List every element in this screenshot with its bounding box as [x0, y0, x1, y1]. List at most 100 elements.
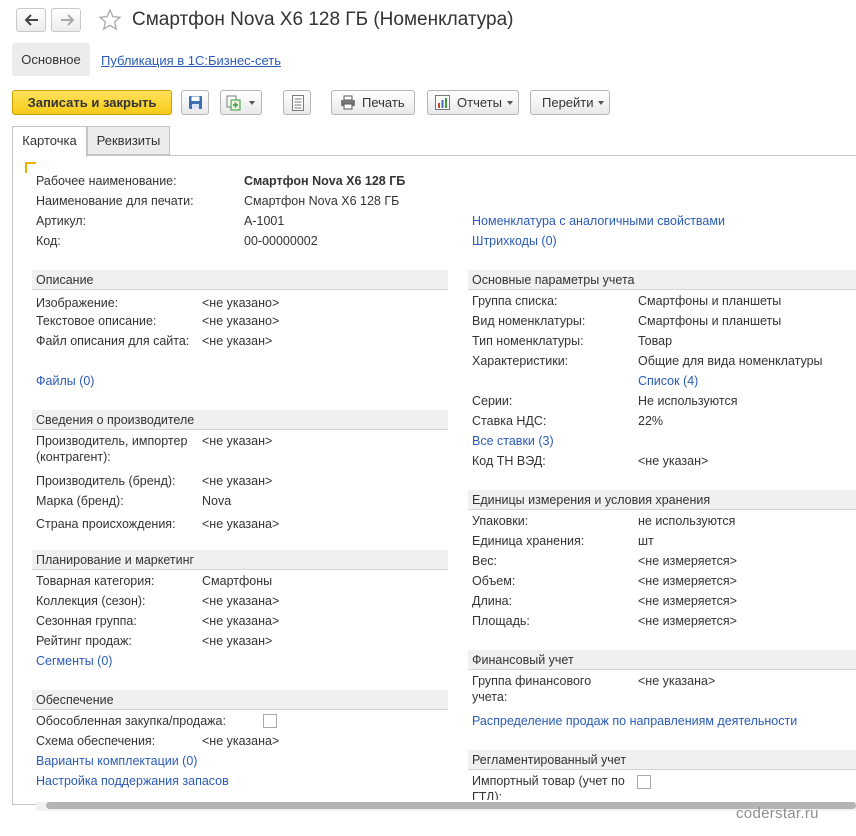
tab-requisites[interactable]: Реквизиты [87, 126, 170, 155]
working-name-value[interactable]: Смартфон Nova X6 128 ГБ [244, 173, 405, 189]
characteristics-label: Характеристики: [472, 354, 569, 368]
category-value[interactable]: Смартфоны [202, 573, 272, 589]
item-type-label: Тип номенклатуры: [472, 334, 584, 348]
goto-label: Перейти [542, 95, 594, 110]
print-name-value[interactable]: Смартфон Nova X6 128 ГБ [244, 193, 399, 209]
area-value[interactable]: <не измеряется> [638, 613, 737, 629]
print-label: Печать [362, 95, 405, 110]
create-based-on-button[interactable] [220, 90, 262, 115]
collection-value[interactable]: <не указана> [202, 593, 279, 609]
group-manufacturer[interactable]: Сведения о производителе [32, 410, 448, 430]
group-supply[interactable]: Обеспечение [32, 690, 448, 710]
watermark: coderstar.ru [736, 805, 819, 822]
mark-label: Марка (бренд): [36, 494, 124, 508]
rating-label: Рейтинг продаж: [36, 634, 132, 648]
import-goods-label-cont: ГТД): [472, 790, 503, 800]
item-kind-value[interactable]: Смартфоны и планшеты [638, 313, 781, 329]
publication-link[interactable]: Публикация в 1С:Бизнес-сеть [101, 53, 281, 68]
supply-scheme-value[interactable]: <не указана> [202, 733, 279, 749]
length-value[interactable]: <не измеряется> [638, 593, 737, 609]
producer-label: Производитель, импортер [36, 434, 188, 448]
volume-value[interactable]: <не измеряется> [638, 573, 737, 589]
kits-link[interactable]: Варианты комплектации (0) [36, 753, 197, 769]
segments-link[interactable]: Сегменты (0) [36, 653, 112, 669]
country-value[interactable]: <не указана> [202, 516, 279, 532]
group-regulated[interactable]: Регламентированный учет [468, 750, 856, 770]
producer-brand-value[interactable]: <не указан> [202, 473, 272, 489]
item-type-value[interactable]: Товар [638, 333, 672, 349]
group-accounting[interactable]: Основные параметры учета [468, 270, 856, 290]
horizontal-scrollbar-thumb[interactable] [46, 802, 856, 809]
packs-value[interactable]: не используются [638, 513, 735, 529]
storage-unit-value[interactable]: шт [638, 533, 654, 549]
series-label: Серии: [472, 394, 513, 408]
finance-group-label: Группа финансового [472, 674, 592, 688]
import-goods-checkbox[interactable] [637, 775, 651, 789]
import-goods-label: Импортный товар (учет по [472, 774, 625, 788]
site-file-value[interactable]: <не указан> [202, 333, 272, 349]
tnved-label: Код ТН ВЭД: [472, 454, 546, 468]
characteristics-list-link[interactable]: Список (4) [638, 373, 698, 389]
focus-corner-marker [25, 162, 36, 173]
country-label: Страна происхождения: [36, 517, 176, 531]
page-title: Смартфон Nova X6 128 ГБ (Номенклатура) [132, 9, 514, 30]
collection-label: Коллекция (сезон): [36, 594, 146, 608]
related-documents-button[interactable] [283, 90, 311, 115]
save-and-close-button[interactable]: Записать и закрыть [12, 90, 172, 115]
vat-rate-value[interactable]: 22% [638, 413, 663, 429]
files-link[interactable]: Файлы (0) [36, 373, 94, 389]
chevron-down-icon [507, 101, 513, 105]
area-label: Площадь: [472, 614, 530, 628]
back-button[interactable] [16, 8, 46, 32]
save-button[interactable] [181, 90, 209, 115]
length-label: Длина: [472, 594, 513, 608]
article-value[interactable]: A-1001 [244, 213, 284, 229]
code-label: Код: [36, 234, 61, 248]
forward-button[interactable] [51, 8, 81, 32]
characteristics-value[interactable]: Общие для вида номенклатуры [638, 353, 823, 369]
producer-label-cont: (контрагент): [36, 450, 111, 464]
weight-value[interactable]: <не измеряется> [638, 553, 737, 569]
report-icon [435, 95, 450, 110]
section-main[interactable]: Основное [12, 43, 90, 76]
image-value[interactable]: <не указано> [202, 295, 279, 311]
producer-value[interactable]: <не указан> [202, 433, 272, 449]
arrow-left-icon [25, 14, 38, 26]
weight-label: Вес: [472, 554, 498, 568]
goto-button[interactable]: Перейти [530, 90, 610, 115]
mark-value[interactable]: Nova [202, 493, 231, 509]
tab-card[interactable]: Карточка [12, 126, 87, 157]
article-label: Артикул: [36, 214, 87, 228]
similar-items-link[interactable]: Номенклатура с аналогичными свойствами [472, 213, 725, 229]
item-kind-label: Вид номенклатуры: [472, 314, 586, 328]
reports-button[interactable]: Отчеты [427, 90, 519, 115]
chevron-down-icon [598, 101, 604, 105]
print-name-label: Наименование для печати: [36, 194, 194, 208]
print-button[interactable]: Печать [331, 90, 415, 115]
barcodes-link[interactable]: Штрихкоды (0) [472, 233, 557, 249]
finance-group-value[interactable]: <не указана> [638, 673, 715, 689]
rating-value[interactable]: <не указан> [202, 633, 272, 649]
group-finance[interactable]: Финансовый учет [468, 650, 856, 670]
sales-distribution-link[interactable]: Распределение продаж по направлениям дея… [472, 713, 797, 729]
finance-group-label-cont: учета: [472, 690, 508, 704]
group-description[interactable]: Описание [32, 270, 448, 290]
code-value[interactable]: 00-00000002 [244, 233, 318, 249]
list-group-value[interactable]: Смартфоны и планшеты [638, 293, 781, 309]
reports-label: Отчеты [457, 95, 502, 110]
star-icon[interactable] [98, 8, 122, 32]
all-rates-link[interactable]: Все ставки (3) [472, 433, 554, 449]
chevron-down-icon [249, 101, 255, 105]
season-value[interactable]: <не указана> [202, 613, 279, 629]
printer-icon [341, 95, 355, 110]
create-based-on-icon [226, 95, 241, 111]
series-value[interactable]: Не используются [638, 393, 737, 409]
document-list-icon [292, 95, 304, 111]
group-units[interactable]: Единицы измерения и условия хранения [468, 490, 856, 510]
separate-purchase-checkbox[interactable] [263, 714, 277, 728]
text-description-value[interactable]: <не указано> [202, 313, 279, 329]
packs-label: Упаковки: [472, 514, 529, 528]
stock-settings-link[interactable]: Настройка поддержания запасов [36, 773, 229, 789]
tnved-value[interactable]: <не указан> [638, 453, 708, 469]
group-planning[interactable]: Планирование и маркетинг [32, 550, 448, 570]
